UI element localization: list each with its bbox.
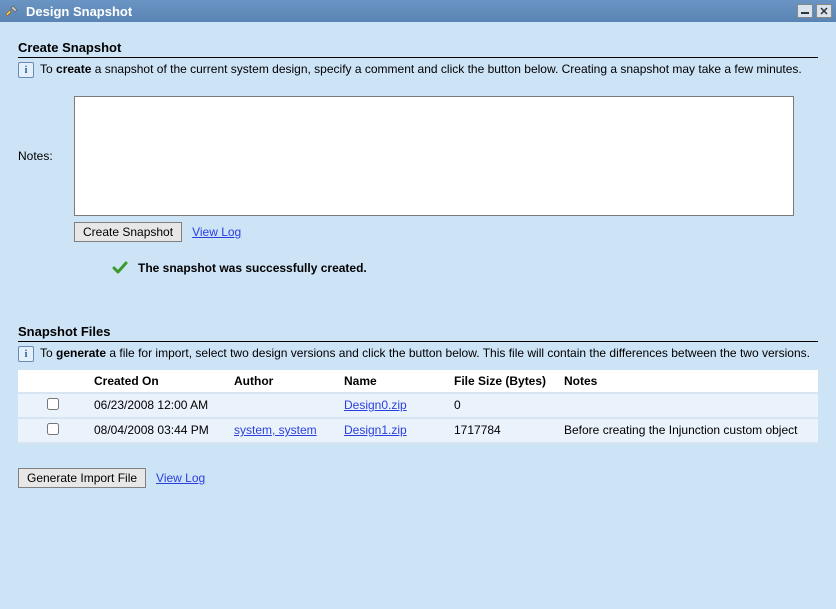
success-row: The snapshot was successfully created.: [112, 260, 818, 276]
files-info-text: To generate a file for import, select tw…: [40, 345, 810, 362]
info-bold: create: [56, 62, 91, 76]
notes-input[interactable]: [74, 96, 794, 216]
snapshot-files-heading: Snapshot Files: [18, 324, 818, 342]
cell-notes: [558, 393, 818, 418]
cell-author: [228, 393, 338, 418]
notes-label: Notes:: [18, 149, 64, 163]
table-header-row: Created On Author Name File Size (Bytes)…: [18, 370, 818, 393]
cell-size: 0: [448, 393, 558, 418]
info-pre: To: [40, 62, 56, 76]
col-name: Name: [338, 370, 448, 393]
author-link[interactable]: system, system: [234, 423, 317, 437]
create-info-text: To create a snapshot of the current syst…: [40, 61, 802, 78]
create-button-row: Create Snapshot View Log: [74, 222, 818, 242]
close-button[interactable]: [816, 4, 832, 18]
info-icon: i: [18, 62, 34, 78]
cell-size: 1717784: [448, 418, 558, 443]
notes-row: Notes:: [18, 96, 818, 216]
files-info-row: i To generate a file for import, select …: [18, 345, 818, 362]
view-log-link-top[interactable]: View Log: [192, 225, 241, 239]
cell-created: 06/23/2008 12:00 AM: [88, 393, 228, 418]
file-link[interactable]: Design0.zip: [344, 398, 407, 412]
check-icon: [112, 260, 128, 276]
cell-notes: Before creating the Injunction custom ob…: [558, 418, 818, 443]
table-row: 06/23/2008 12:00 AM Design0.zip 0: [18, 393, 818, 418]
table-row: 08/04/2008 03:44 PM system, system Desig…: [18, 418, 818, 443]
success-message: The snapshot was successfully created.: [138, 261, 367, 275]
create-snapshot-button[interactable]: Create Snapshot: [74, 222, 182, 242]
snapshot-files-table: Created On Author Name File Size (Bytes)…: [18, 370, 818, 444]
col-size: File Size (Bytes): [448, 370, 558, 393]
tools-icon: [4, 3, 20, 19]
window-title: Design Snapshot: [26, 4, 132, 19]
info-icon: i: [18, 346, 34, 362]
row-checkbox[interactable]: [47, 423, 59, 435]
info-post2: a file for import, select two design ver…: [106, 346, 810, 360]
create-snapshot-heading: Create Snapshot: [18, 40, 818, 58]
content-area: Create Snapshot i To create a snapshot o…: [0, 22, 836, 609]
col-author: Author: [228, 370, 338, 393]
info-bold2: generate: [56, 346, 106, 360]
minimize-button[interactable]: [797, 4, 813, 18]
generate-import-file-button[interactable]: Generate Import File: [18, 468, 146, 488]
info-pre2: To: [40, 346, 56, 360]
file-link[interactable]: Design1.zip: [344, 423, 407, 437]
info-post: a snapshot of the current system design,…: [91, 62, 801, 76]
generate-button-row: Generate Import File View Log: [18, 468, 818, 488]
titlebar: Design Snapshot: [0, 0, 836, 22]
cell-created: 08/04/2008 03:44 PM: [88, 418, 228, 443]
row-checkbox[interactable]: [47, 398, 59, 410]
view-log-link-bottom[interactable]: View Log: [156, 471, 205, 485]
col-created: Created On: [88, 370, 228, 393]
col-notes: Notes: [558, 370, 818, 393]
create-info-row: i To create a snapshot of the current sy…: [18, 61, 818, 78]
